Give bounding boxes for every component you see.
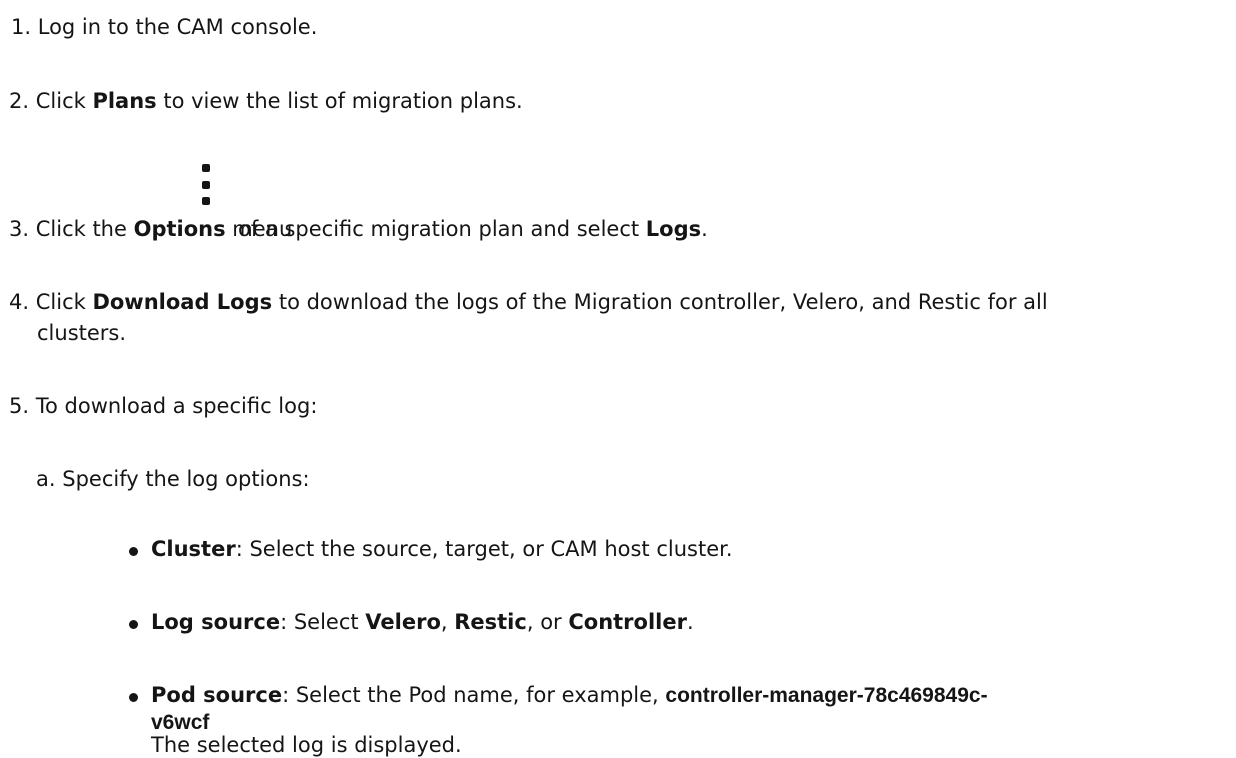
step-text: to download the logs of the Migration co… — [272, 290, 1048, 314]
option-text: : Select the Pod name, for example, — [282, 683, 666, 707]
step-text: Log in to the CAM console. — [37, 15, 318, 39]
step-text: . — [701, 217, 708, 241]
option-text: , or — [526, 610, 569, 634]
pod-name-continued: v6wcf — [151, 710, 209, 735]
plans-label: Plans — [92, 89, 157, 113]
step-text: to view the list of migration plans. — [156, 89, 523, 113]
step-text: clusters. — [37, 321, 127, 345]
option-label: Log source — [151, 610, 281, 634]
option-pod-source: Pod source: Select the Pod name, for exa… — [151, 683, 988, 708]
bullet — [129, 693, 138, 702]
kebab-icon — [202, 164, 212, 210]
bullet — [129, 547, 138, 556]
option-text: , — [440, 610, 455, 634]
option-cluster: Cluster: Select the source, target, or C… — [151, 537, 733, 562]
option-text: : Select — [280, 610, 366, 634]
substep-letter: a. — [36, 467, 56, 491]
step-1: 1. Log in to the CAM console. — [11, 15, 317, 40]
option-label: Pod source — [151, 683, 283, 707]
result-text: The selected log is displayed. — [151, 733, 462, 758]
option-result: The selected log is displayed. — [151, 733, 462, 757]
step-number: 3. — [9, 217, 30, 241]
bullet — [129, 620, 138, 629]
step-number: 2. — [9, 89, 30, 113]
step-text: To download a specific log: — [35, 394, 318, 418]
step-number: 1. — [11, 15, 32, 39]
step-text: of a specific migration plan and select — [238, 217, 646, 241]
step-3-continued: of a specific migration plan and select … — [238, 217, 708, 242]
option-label: Cluster — [151, 537, 236, 561]
pod-name-code: controller-manager-78c469849c- — [665, 684, 988, 707]
controller-value: Controller — [568, 610, 687, 634]
step-2: 2. Click Plans to view the list of migra… — [9, 89, 523, 114]
step-text: Click — [35, 89, 93, 113]
option-text: . — [686, 610, 694, 634]
restic-value: Restic — [454, 610, 527, 634]
step-number: 4. — [9, 290, 30, 314]
pod-name-code: v6wcf — [151, 711, 210, 734]
velero-value: Velero — [365, 610, 441, 634]
step-5: 5. To download a specific log: — [9, 394, 317, 419]
substep-a: a. Specify the log options: — [36, 467, 310, 492]
download-logs-label: Download Logs — [92, 290, 273, 314]
substep-text: Specify the log options: — [62, 467, 310, 491]
step-text: Click — [35, 290, 93, 314]
step-4-line-2: clusters. — [37, 321, 126, 346]
logs-label: Logs — [645, 217, 702, 241]
option-log-source: Log source: Select Velero, Restic, or Co… — [151, 610, 694, 635]
option-text: : Select the source, target, or CAM host… — [235, 537, 733, 561]
step-4: 4. Click Download Logs to download the l… — [9, 290, 1048, 315]
options-label: Options — [133, 217, 226, 241]
step-number: 5. — [9, 394, 30, 418]
step-text: Click the — [35, 217, 134, 241]
